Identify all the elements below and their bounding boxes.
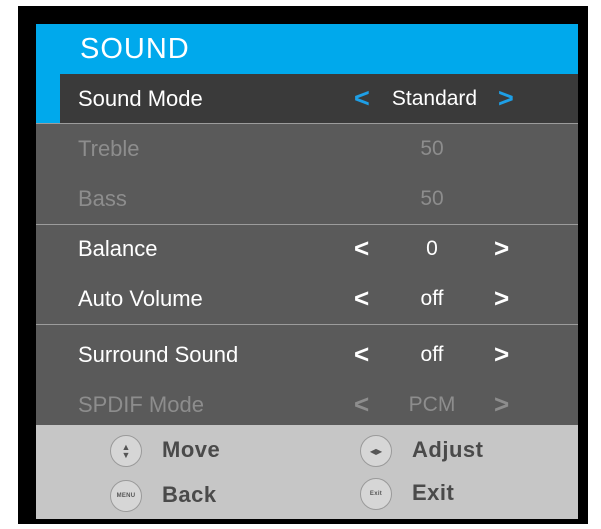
button-hints-footer: ▲ ▼ Move ◀▶ Adjust MENU Back Exit Exit: [36, 425, 578, 519]
divider: [36, 324, 578, 325]
surround-sound-right-arrow-icon[interactable]: >: [494, 339, 509, 370]
menu-item-surround-sound[interactable]: Surround Sound < off >: [36, 330, 578, 380]
balance-right-arrow-icon[interactable]: >: [494, 233, 509, 264]
menu-item-sound-mode[interactable]: Sound Mode < Standard >: [36, 72, 578, 124]
exit-button-icon: Exit: [360, 478, 392, 510]
sound-mode-right-arrow-icon[interactable]: >: [498, 83, 514, 114]
spdif-mode-right-arrow-icon: >: [494, 389, 510, 419]
hint-adjust-label: Adjust: [412, 437, 484, 462]
menu-title-bar: SOUND: [36, 24, 578, 74]
hint-back-label: Back: [162, 482, 217, 507]
menu-item-balance[interactable]: Balance < 0 >: [36, 224, 578, 274]
menu-item-bass: Bass 50: [36, 174, 578, 224]
sound-mode-value: Standard: [391, 87, 478, 110]
menu-title: SOUND: [80, 33, 190, 65]
menu-item-auto-volume[interactable]: Auto Volume < off >: [36, 274, 578, 324]
menu-button-icon: MENU: [110, 480, 142, 512]
sound-menu-panel: SOUND Sound Mode < Standard > Treble 50 …: [36, 24, 578, 519]
bass-value: 50: [420, 187, 444, 210]
menu-item-spdif-mode: SPDIF Mode < PCM >: [36, 380, 578, 430]
menu-item-treble: Treble 50: [36, 124, 578, 174]
exit-button-icon-text: Exit: [369, 491, 383, 497]
hint-move-label: Move: [162, 437, 221, 462]
left-right-icon: ◀▶: [360, 435, 392, 467]
treble-value: 50: [420, 137, 444, 160]
menu-button-icon-text: MENU: [116, 493, 136, 499]
hint-exit-label: Exit: [412, 480, 455, 505]
auto-volume-right-arrow-icon[interactable]: >: [494, 283, 509, 314]
up-down-icon: ▲ ▼: [110, 435, 142, 467]
